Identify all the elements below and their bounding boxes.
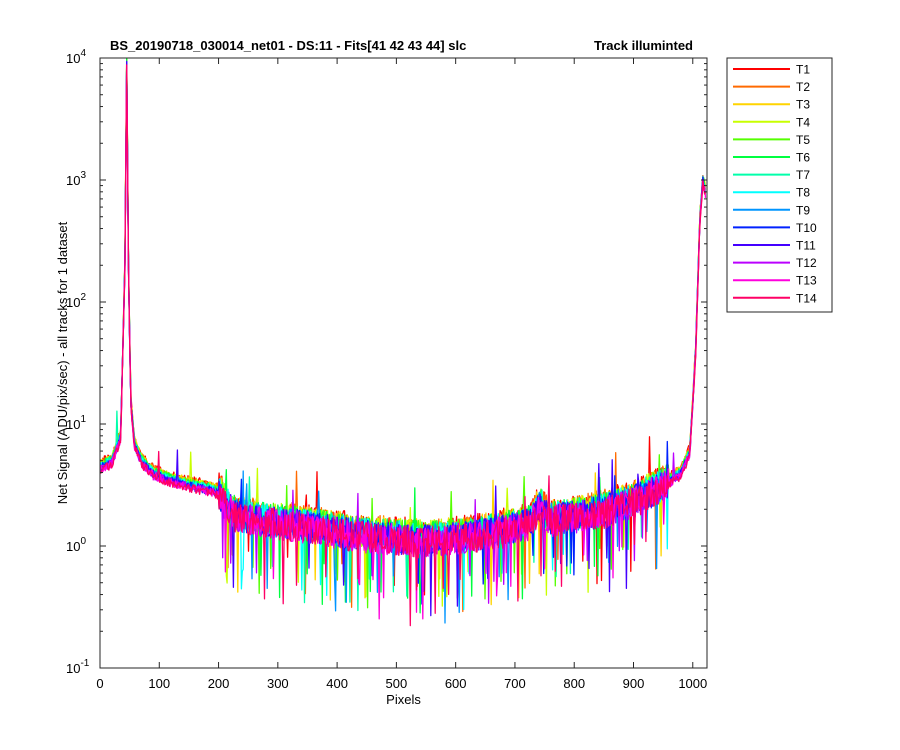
y-tick-exponent: 2 — [80, 292, 86, 303]
x-axis: 0 100 200 300 400 500 600 700 800 900 1000 — [96, 58, 707, 691]
legend-label: T3 — [796, 98, 810, 112]
legend-label: T9 — [796, 203, 810, 217]
x-tick-label: 700 — [504, 676, 526, 691]
figure: BS_20190718_030014_net01 - DS:11 - Fits[… — [55, 38, 833, 707]
y-tick-exponent: 4 — [80, 48, 86, 59]
x-tick-label: 800 — [563, 676, 585, 691]
legend-label: T4 — [796, 115, 810, 129]
x-tick-label: 100 — [148, 676, 170, 691]
plot-area-frame — [99, 57, 708, 669]
legend-label: T6 — [796, 151, 810, 165]
legend-label: T8 — [796, 186, 810, 200]
y-tick-exponent: 0 — [80, 536, 86, 547]
y-axis: 10-1100101102103104 — [66, 48, 707, 676]
x-tick-label: 500 — [386, 676, 408, 691]
y-tick-exponent: 3 — [80, 170, 86, 181]
x-tick-label: 600 — [445, 676, 467, 691]
legend: T1 T2 T3 T4 T5 T6 T7 T8 T9 T10 T11 T12 T13 T14 — [726, 57, 833, 313]
y-tick-base: 10 — [66, 51, 80, 66]
chart-title: BS_20190718_030014_net01 - DS:11 - Fits[… — [110, 38, 466, 53]
y-tick-base: 10 — [66, 661, 80, 676]
x-tick-label: 200 — [208, 676, 230, 691]
x-tick-label: 1000 — [678, 676, 707, 691]
y-tick-label: 103 — [66, 170, 86, 188]
x-tick-label: 400 — [326, 676, 348, 691]
x-tick-label: 900 — [623, 676, 645, 691]
y-axis-label: Net Signal (ADU/pix/sec) - all tracks fo… — [55, 221, 70, 504]
legend-label: T10 — [796, 221, 817, 235]
x-tick-label: 0 — [96, 676, 103, 691]
legend-label: T14 — [796, 291, 817, 305]
legend-label: T11 — [796, 239, 816, 253]
y-tick-exponent: -1 — [80, 658, 89, 669]
y-tick-base: 10 — [66, 539, 80, 554]
legend-label: T5 — [796, 133, 810, 147]
x-axis-label: Pixels — [386, 692, 421, 707]
legend-label: T7 — [796, 168, 810, 182]
series-layer — [100, 58, 707, 627]
legend-label: T13 — [796, 274, 817, 288]
legend-label: T12 — [796, 256, 817, 270]
legend-label: T2 — [796, 80, 810, 94]
legend-label: T1 — [796, 63, 810, 77]
y-tick-label: 10-1 — [66, 658, 90, 676]
y-tick-exponent: 1 — [80, 414, 86, 425]
chart-title-right: Track illuminted — [594, 38, 693, 53]
y-tick-label: 104 — [66, 48, 86, 66]
x-tick-label: 300 — [267, 676, 289, 691]
series-line-t14 — [100, 64, 707, 627]
y-tick-base: 10 — [66, 173, 80, 188]
y-tick-label: 100 — [66, 536, 86, 554]
